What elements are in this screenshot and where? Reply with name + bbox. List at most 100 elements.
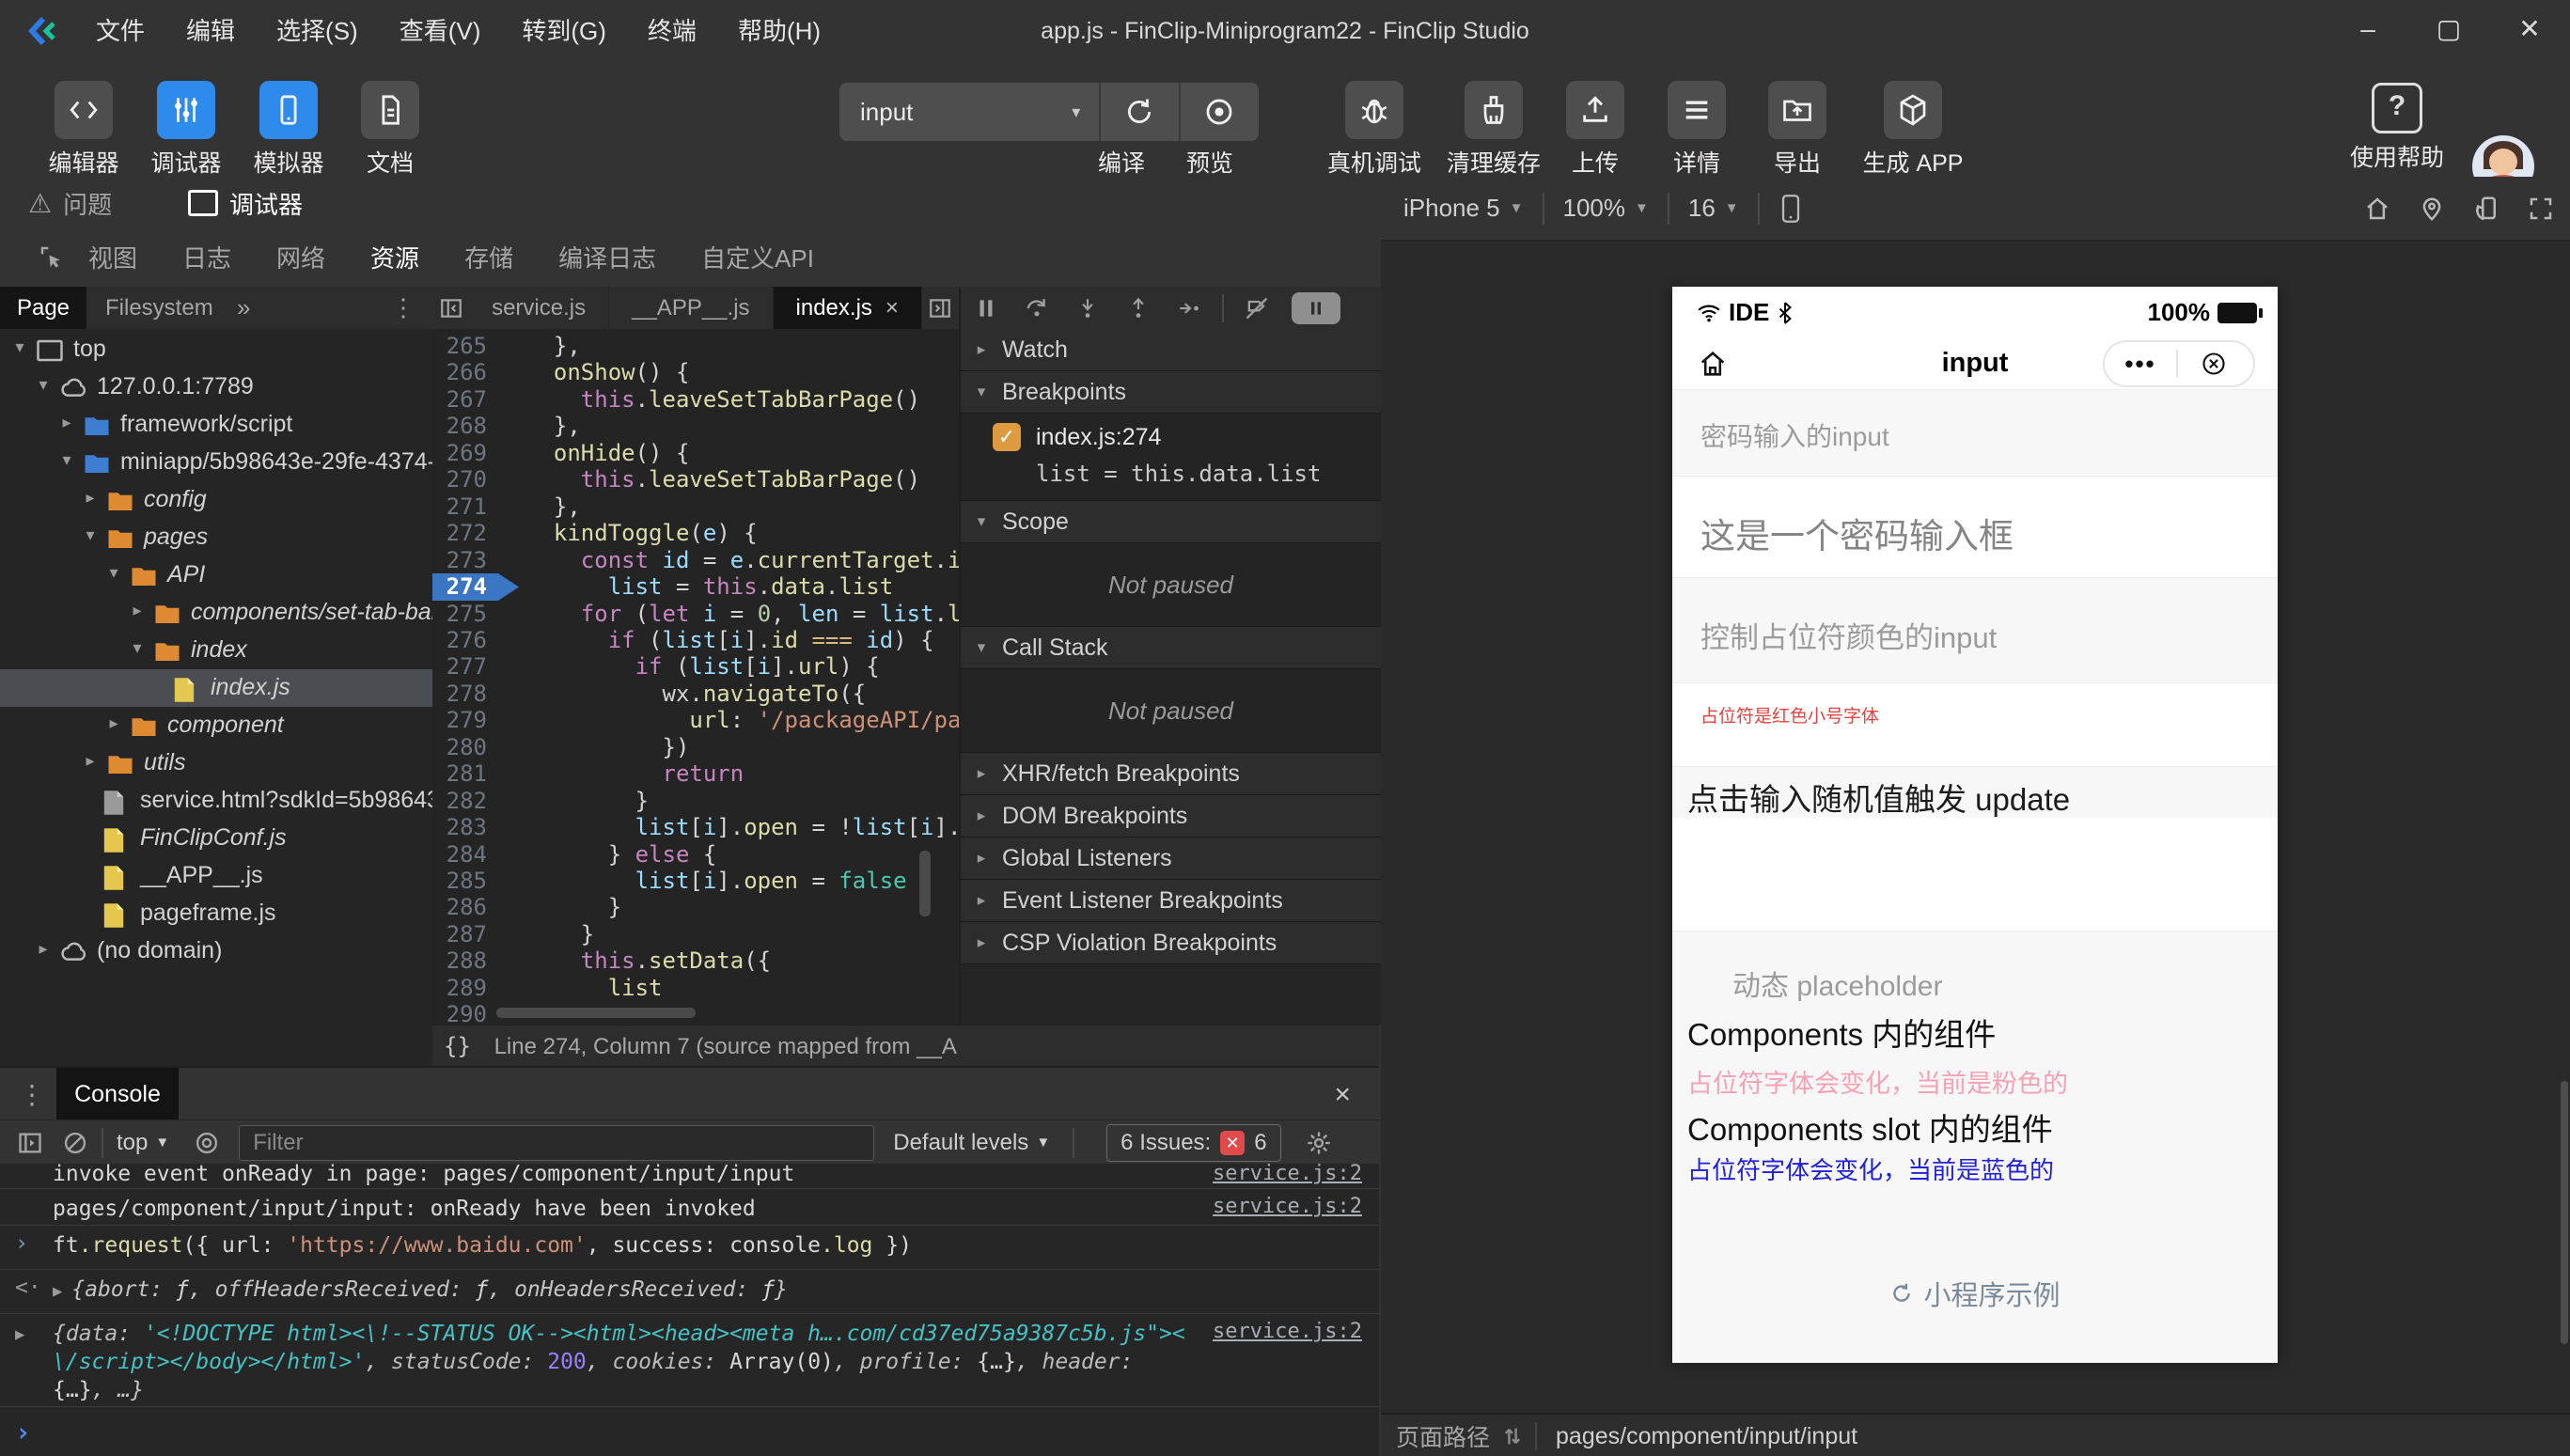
menu-item-文件[interactable]: 文件 (75, 0, 165, 62)
device-frame-icon[interactable] (1769, 194, 1812, 224)
action-生成 APP[interactable]: 生成 APP (1838, 81, 1988, 179)
password-input[interactable]: 这是一个密码输入框 (1700, 508, 2014, 558)
code-editor[interactable]: 265 }, 266 onShow() {267 this.leaveSetTab… (432, 329, 959, 1025)
panel-left-icon[interactable] (432, 287, 469, 329)
editor-vscrollbar[interactable] (919, 851, 931, 916)
tree-item-index.js[interactable]: index.js (0, 669, 432, 707)
line-number[interactable]: 290 (432, 1001, 487, 1025)
chevron-right-icon[interactable]: ▸ (80, 488, 101, 508)
random-value-input[interactable] (1672, 818, 2278, 931)
menu-item-编辑[interactable]: 编辑 (165, 0, 256, 62)
compile-button[interactable] (1101, 83, 1179, 141)
home-icon[interactable] (2363, 195, 2391, 223)
chevron-down-icon[interactable]: ▾ (56, 450, 77, 470)
console-sidebar-icon[interactable] (17, 1130, 43, 1156)
clear-console-icon[interactable] (62, 1130, 88, 1156)
line-number[interactable]: 288 (432, 947, 487, 974)
line-number[interactable]: 289 (432, 975, 487, 1001)
console-prompt-icon[interactable]: › (15, 1417, 31, 1448)
levels-dropdown[interactable]: Default levels (893, 1130, 1028, 1156)
tab-page[interactable]: Page (0, 287, 86, 329)
line-number[interactable]: 271 (432, 493, 487, 520)
console-row-prompt[interactable]: › (0, 1407, 1379, 1456)
step-over-icon[interactable] (1011, 295, 1062, 321)
chevron-down-icon[interactable]: ▾ (127, 638, 148, 658)
tree-item-service.html?sdkId=5b98643[interactable]: service.html?sdkId=5b98643 (0, 782, 432, 820)
line-number[interactable]: 276 (432, 627, 487, 653)
tree-item-127.0.0.1:7789[interactable]: ▾ 127.0.0.1:7789 (0, 368, 432, 406)
source-link[interactable]: service.js:2 (1213, 1320, 1362, 1343)
editor-tab-__APP__.js[interactable]: __APP__.js (609, 287, 774, 329)
source-link[interactable]: service.js:2 (1213, 1195, 1362, 1218)
chevron-right-icon[interactable]: ▸ (33, 939, 54, 959)
step-icon[interactable] (1164, 296, 1214, 321)
breakpoint-entry[interactable]: ✓ index.js:274 list = this.data.list (961, 414, 1381, 500)
subtab-自定义API[interactable]: 自定义API (679, 240, 837, 274)
line-number[interactable]: 267 (432, 386, 487, 413)
issues-chip[interactable]: 6 Issues: ✕ 6 (1106, 1123, 1281, 1162)
mode-编辑器[interactable]: 编辑器 (32, 81, 135, 179)
line-number[interactable]: 265 (432, 333, 487, 359)
subtab-资源[interactable]: 资源 (348, 240, 442, 274)
gear-icon[interactable] (1306, 1130, 1332, 1156)
chevron-right-icon[interactable]: ▸ (127, 601, 148, 620)
chevron-down-icon[interactable]: ▾ (9, 337, 30, 357)
subtab-网络[interactable]: 网络 (254, 240, 348, 274)
device-select[interactable]: iPhone 5 ▼ (1394, 194, 1533, 223)
fullscreen-icon[interactable] (2527, 195, 2555, 223)
tree-item-utils[interactable]: ▸ utils (0, 744, 432, 782)
maximize-button[interactable]: ▢ (2408, 0, 2489, 62)
red-placeholder-input[interactable]: 占位符是红色小号字体 (1700, 702, 1879, 728)
source-link[interactable]: service.js:2 (1213, 1164, 1362, 1185)
subtab-视图[interactable]: 视图 (66, 240, 160, 274)
close-console-icon[interactable]: × (1334, 1068, 1351, 1121)
tree-item-miniapp/5b98643e-29fe-4374-[interactable]: ▾ miniapp/5b98643e-29fe-4374- (0, 444, 432, 481)
line-number[interactable]: 282 (432, 788, 487, 814)
line-number[interactable]: 279 (432, 707, 487, 733)
section-Scope[interactable]: ▾ Scope (961, 501, 1381, 543)
scene-select[interactable]: input (839, 98, 1072, 127)
chevron-down-icon[interactable]: ▾ (1072, 102, 1098, 122)
tree-item-components/set-tab-bar[interactable]: ▸ components/set-tab-bar (0, 594, 432, 632)
expand-arrow-icon[interactable]: ▶ (15, 1325, 24, 1344)
pause-on-exceptions-icon[interactable] (1292, 291, 1340, 324)
menu-item-终端[interactable]: 终端 (627, 0, 717, 62)
line-number[interactable]: 273 (432, 547, 487, 573)
help-button[interactable]: ? 使用帮助 (2322, 83, 2472, 173)
section-Call Stack[interactable]: ▾ Call Stack (961, 627, 1381, 669)
minimize-button[interactable]: – (2327, 0, 2408, 62)
pause-icon[interactable] (961, 296, 1011, 321)
line-number[interactable]: 281 (432, 760, 487, 787)
tree-item-pageframe.js[interactable]: pageframe.js (0, 895, 432, 932)
section-XHR/fetch Breakpoints[interactable]: ▸ XHR/fetch Breakpoints (961, 753, 1381, 795)
context-selector[interactable]: top (117, 1130, 148, 1156)
location-icon[interactable] (2418, 195, 2446, 223)
section-Event Listener Breakpoints[interactable]: ▸ Event Listener Breakpoints (961, 880, 1381, 922)
inspect-cursor-icon[interactable] (38, 243, 66, 272)
chevron-right-icon[interactable]: ▸ (80, 751, 101, 771)
tab-console[interactable]: Console (56, 1068, 179, 1121)
section-Watch[interactable]: ▸ Watch (961, 329, 1381, 371)
menu-item-帮助(H)[interactable]: 帮助(H) (717, 0, 841, 62)
menu-item-选择(S)[interactable]: 选择(S) (256, 0, 379, 62)
editor-tab-service.js[interactable]: service.js (469, 287, 610, 329)
simulator-scrollbar[interactable] (2561, 1081, 2568, 1344)
tree-item-__APP__.js[interactable]: __APP__.js (0, 857, 432, 895)
tab-problems[interactable]: ⚠ 问题 (28, 177, 112, 229)
menu-item-转到(G)[interactable]: 转到(G) (501, 0, 627, 62)
fontsize-select[interactable]: 16 ▼ (1679, 194, 1748, 223)
console-messages[interactable]: invoke event onReady in page: pages/comp… (0, 1164, 1379, 1456)
tree-item-(no domain)[interactable]: ▸ (no domain) (0, 932, 432, 970)
eye-icon[interactable] (194, 1130, 220, 1156)
tab-filesystem[interactable]: Filesystem (94, 287, 225, 329)
pink-placeholder-input[interactable]: 占位符字体会变化，当前是粉色的 (1687, 1063, 2068, 1100)
miniprogram-demo-link[interactable]: 小程序示例 (1672, 1274, 2278, 1313)
close-tab-icon[interactable]: × (885, 295, 899, 321)
line-number[interactable]: 287 (432, 921, 487, 947)
section-Breakpoints[interactable]: ▾ Breakpoints (961, 371, 1381, 414)
editor-hscrollbar[interactable] (496, 1008, 696, 1018)
line-number[interactable]: 269 (432, 440, 487, 466)
tree-item-top[interactable]: ▾ top (0, 331, 432, 368)
line-number[interactable]: 275 (432, 601, 487, 627)
tree-item-API[interactable]: ▾ API (0, 556, 432, 594)
